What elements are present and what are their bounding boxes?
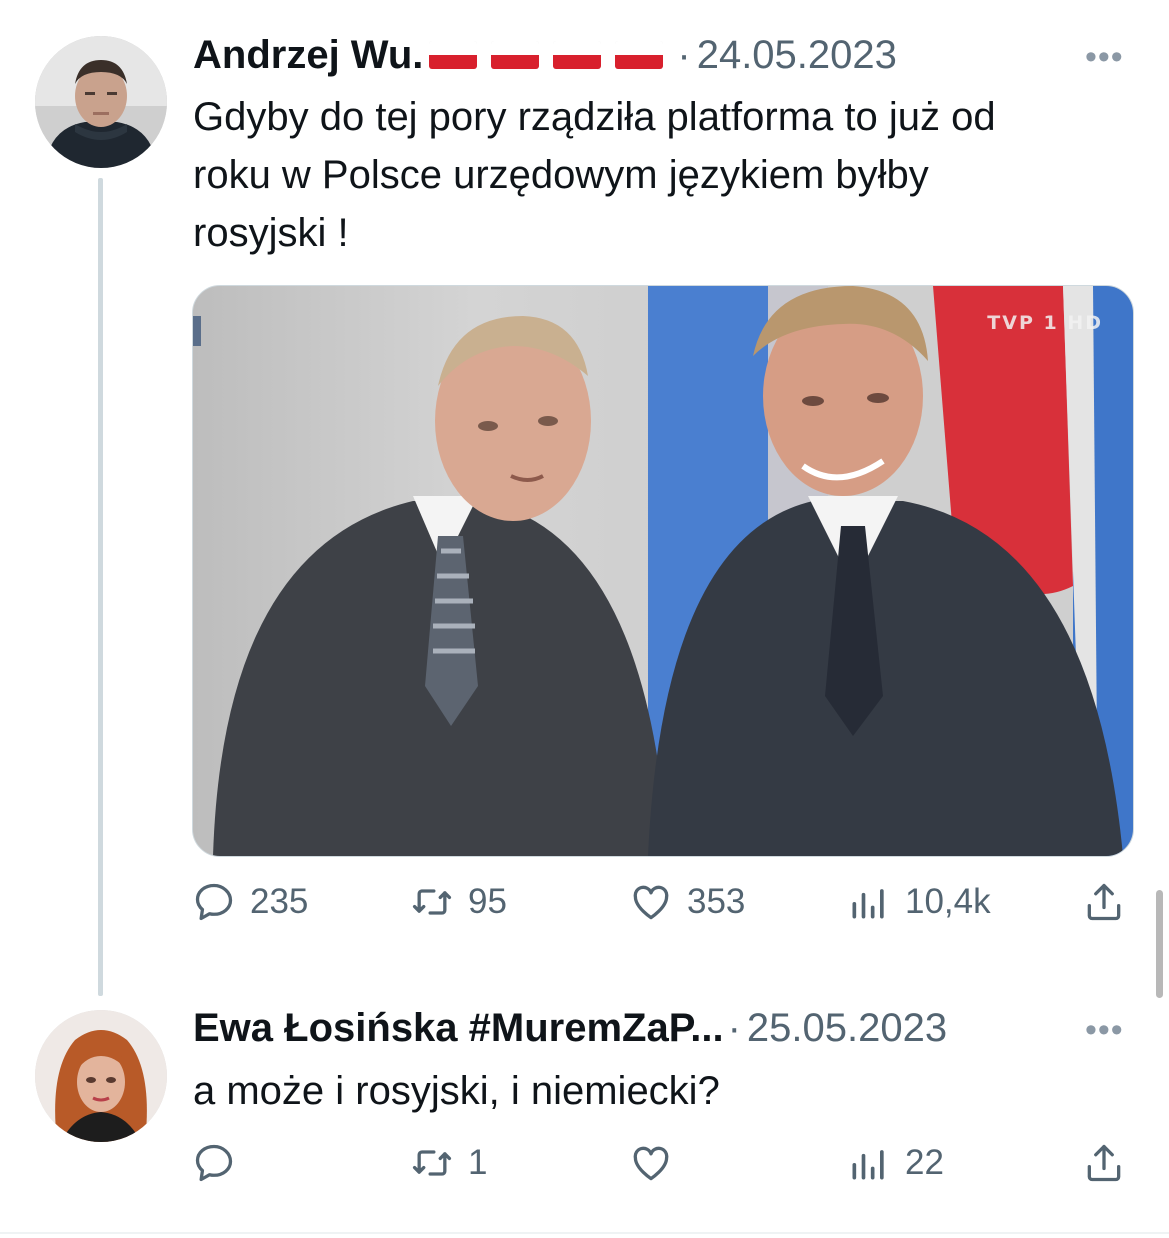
tweet-actions: 1 22 (192, 1141, 1137, 1195)
retweet-count: 1 (468, 1143, 488, 1182)
tweet-header: Andrzej Wu. · 24.05.2023 (193, 30, 897, 80)
tweet-date[interactable]: 25.05.2023 (747, 1006, 947, 1051)
scrollbar[interactable] (1156, 890, 1163, 998)
reply-button[interactable]: 235 (192, 880, 308, 924)
retweet-icon (412, 1150, 452, 1176)
thread-connector-line (98, 178, 103, 996)
heart-icon (633, 885, 669, 920)
tweet-text: Gdyby do tej pory rządziła platforma to … (193, 95, 996, 255)
views-count: 22 (905, 1143, 944, 1182)
heart-icon (633, 1146, 669, 1181)
reply-button[interactable] (192, 1141, 250, 1185)
share-button[interactable] (1082, 880, 1126, 924)
like-count: 353 (687, 882, 746, 921)
poland-flag-icon (553, 41, 602, 69)
more-options-icon[interactable]: ••• (1085, 38, 1124, 77)
header-separator: · (727, 1005, 741, 1050)
tweet-text: a może i rosyjski, i niemiecki? (193, 1069, 720, 1113)
author-name[interactable]: Ewa Łosińska #MuremZaP... (193, 1006, 724, 1051)
photo-two-men-in-suits (193, 286, 1133, 856)
retweet-count: 95 (468, 882, 507, 921)
author-flags (429, 41, 664, 69)
reply-icon (195, 1144, 233, 1182)
share-button[interactable] (1082, 1141, 1126, 1185)
poland-flag-icon (491, 41, 540, 69)
like-button[interactable] (629, 1141, 687, 1185)
avatar-photo-woman (35, 1010, 167, 1142)
share-icon (1087, 1144, 1121, 1182)
author-name[interactable]: Andrzej Wu. (193, 33, 423, 78)
views-button[interactable]: 22 (847, 1141, 944, 1185)
avatar[interactable] (35, 1010, 167, 1142)
views-icon (852, 889, 884, 919)
avatar-photo-man (35, 36, 167, 168)
like-button[interactable]: 353 (629, 880, 745, 924)
header-separator: · (677, 32, 691, 77)
share-icon (1087, 883, 1121, 921)
tv-channel-logo: TVP 1 HD (987, 312, 1103, 334)
tweet-media-image[interactable]: TVP 1 HD (192, 285, 1134, 857)
views-button[interactable]: 10,4k (847, 880, 991, 924)
poland-flag-icon (615, 41, 664, 69)
tweet-header: Ewa Łosińska #MuremZaP... · 25.05.2023 (193, 1003, 947, 1053)
retweet-button[interactable]: 95 (410, 880, 507, 924)
divider (0, 1232, 1169, 1234)
reply-count: 235 (250, 882, 309, 921)
retweet-icon (412, 889, 452, 915)
tweet-actions: 235 95 353 10,4k (192, 880, 1137, 934)
views-icon (852, 1150, 884, 1180)
avatar[interactable] (35, 36, 167, 168)
tweet-date[interactable]: 24.05.2023 (697, 33, 897, 78)
reply-icon (195, 883, 233, 921)
retweet-button[interactable]: 1 (410, 1141, 487, 1185)
views-count: 10,4k (905, 882, 991, 921)
more-options-icon[interactable]: ••• (1085, 1011, 1124, 1050)
poland-flag-icon (429, 41, 478, 69)
